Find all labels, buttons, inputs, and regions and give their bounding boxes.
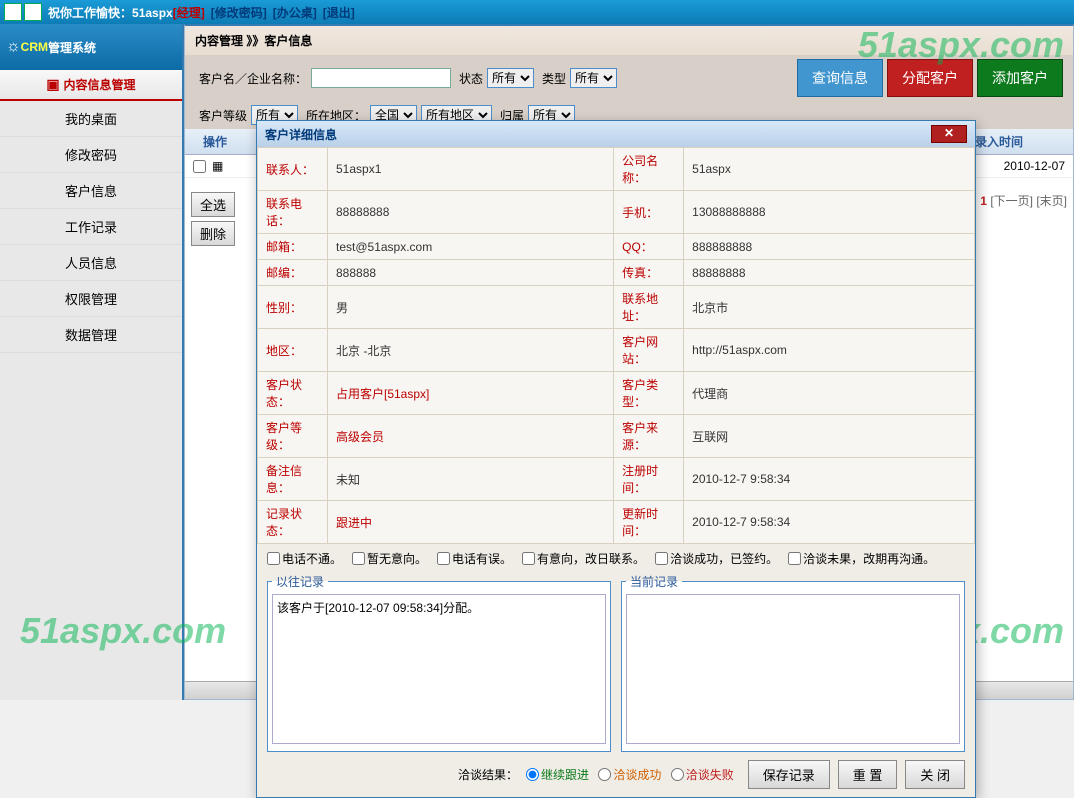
logo: ☼ CRM管理系统 — [0, 24, 182, 70]
current-fieldset: 当前记录 — [621, 573, 965, 752]
status-select[interactable]: 所有 — [487, 68, 534, 88]
reset-button[interactable]: 重 置 — [838, 760, 898, 789]
check-1[interactable] — [352, 552, 365, 565]
customer-detail-dialog: 客户详细信息 ✕ 联系人：51aspx1公司名称：51aspx 联系电话：888… — [256, 120, 976, 798]
pager: 1 [下一页] [末页] — [980, 192, 1067, 209]
check-5[interactable] — [788, 552, 801, 565]
row-date: 2010-12-07 — [1004, 159, 1065, 173]
label-level: 客户等级 — [199, 107, 247, 124]
type-select[interactable]: 所有 — [570, 68, 617, 88]
check-4[interactable] — [655, 552, 668, 565]
breadcrumb: 内容管理 》》客户信息 — [185, 26, 1073, 55]
dialog-title: 客户详细信息 — [265, 126, 337, 143]
outcome-checks: 电话不通。 暂无意向。 电话有误。 有意向，改日联系。 洽谈成功，已签约。 洽谈… — [257, 544, 975, 573]
edit-icon[interactable]: ▦ — [212, 159, 223, 173]
select-all-button[interactable]: 全选 — [191, 192, 235, 217]
greeting: 祝你工作愉快：51aspx[经理] — [48, 4, 205, 21]
current-text[interactable] — [626, 594, 960, 744]
close-button[interactable]: 关 闭 — [905, 760, 965, 789]
link-logout[interactable]: [退出] — [323, 4, 355, 21]
radio-success[interactable] — [598, 768, 611, 781]
radio-fail[interactable] — [671, 768, 684, 781]
sidebar-item-perm[interactable]: 权限管理 — [0, 281, 182, 317]
assign-button[interactable]: 分配客户 — [887, 59, 973, 97]
sidebar-item-desktop[interactable]: 我的桌面 — [0, 101, 182, 137]
row-checkbox[interactable] — [193, 160, 206, 173]
history-fieldset: 以往记录 该客户于[2010-12-07 09:58:34]分配。 — [267, 573, 611, 752]
link-change-pw[interactable]: [修改密码] — [211, 4, 267, 21]
sidebar-item-staff[interactable]: 人员信息 — [0, 245, 182, 281]
delete-button[interactable]: 删除 — [191, 221, 235, 246]
result-radios: 继续跟进 洽谈成功 洽谈失败 — [526, 766, 740, 784]
label-name: 客户名／企业名称： — [199, 70, 307, 87]
filter-bar: 客户名／企业名称： 状态 所有 类型 所有 查询信息 分配客户 添加客户 — [185, 55, 1073, 101]
add-button[interactable]: 添加客户 — [977, 59, 1063, 97]
save-button[interactable]: 保存记录 — [748, 760, 830, 789]
name-input[interactable] — [311, 68, 451, 88]
result-label: 洽谈结果： — [458, 766, 518, 783]
topbar: ◀ ▶ 祝你工作愉快：51aspx[经理] [修改密码] [办公桌] [退出] — [0, 0, 1074, 24]
sidebar-section: ▣ 内容信息管理 — [0, 70, 182, 101]
sidebar-item-data[interactable]: 数据管理 — [0, 317, 182, 353]
nav-prev-icon[interactable]: ◀ — [4, 3, 22, 21]
label-type: 类型 — [542, 70, 566, 87]
pager-last[interactable]: [末页] — [1036, 194, 1067, 208]
check-2[interactable] — [437, 552, 450, 565]
sidebar-item-worklog[interactable]: 工作记录 — [0, 209, 182, 245]
check-3[interactable] — [522, 552, 535, 565]
pager-next[interactable]: [下一页] — [990, 194, 1033, 208]
row-ops: 全选 删除 — [185, 192, 235, 250]
check-0[interactable] — [267, 552, 280, 565]
sidebar-item-password[interactable]: 修改密码 — [0, 137, 182, 173]
query-button[interactable]: 查询信息 — [797, 59, 883, 97]
nav-next-icon[interactable]: ▶ — [24, 3, 42, 21]
close-icon[interactable]: ✕ — [931, 125, 967, 143]
label-status: 状态 — [459, 70, 483, 87]
radio-continue[interactable] — [526, 768, 539, 781]
link-desktop[interactable]: [办公桌] — [273, 4, 317, 21]
history-text: 该客户于[2010-12-07 09:58:34]分配。 — [272, 594, 606, 744]
sidebar: ☼ CRM管理系统 ▣ 内容信息管理 我的桌面 修改密码 客户信息 工作记录 人… — [0, 24, 184, 700]
sidebar-item-customers[interactable]: 客户信息 — [0, 173, 182, 209]
info-table: 联系人：51aspx1公司名称：51aspx 联系电话：88888888手机：1… — [257, 147, 975, 544]
